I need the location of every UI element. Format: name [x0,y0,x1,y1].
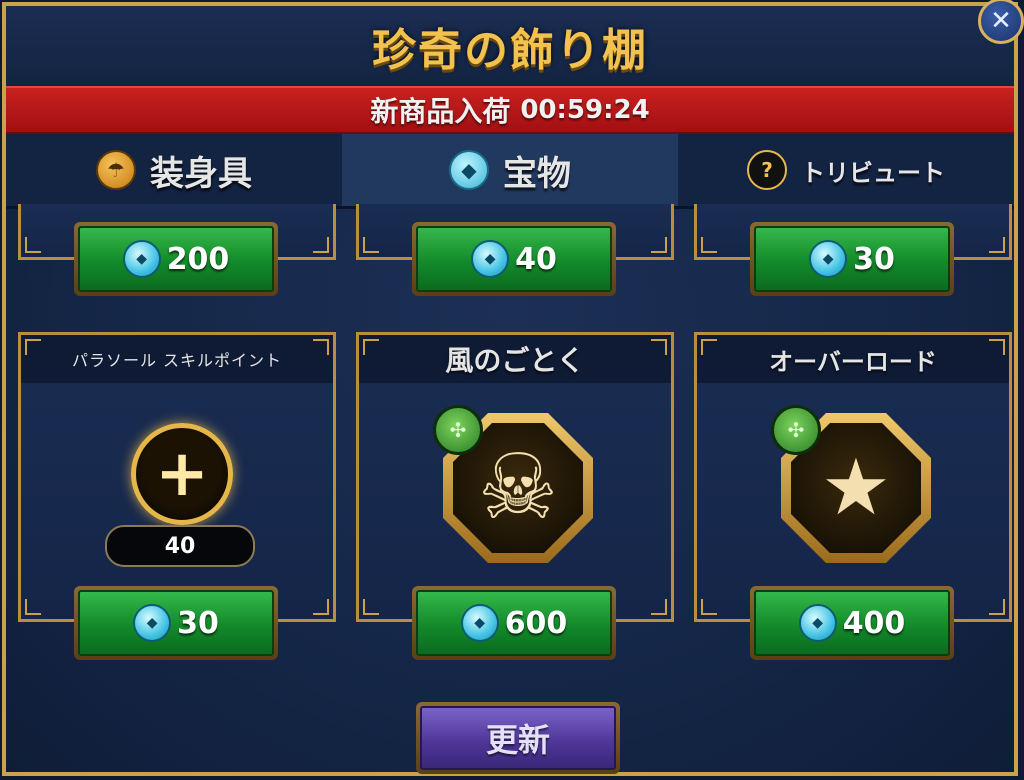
buy-button[interactable]: ◆ 200 [74,222,278,296]
category-tabs: ☂ 装身具 ◆ 宝物 ? トリビュート [6,134,1014,209]
shop-window: 珍奇の飾り棚 ✕ 新商品入荷 00:59:24 ☂ 装身具 ◆ 宝物 ? トリビ… [2,0,1024,776]
shop-card-like-the-wind: 風のごとく ☠ ✣ [356,332,674,622]
buy-button[interactable]: ◆ 30 [74,586,278,660]
umbrella-coin-icon: ☂ [96,150,136,190]
triskelion-icon: ✣ [771,405,821,455]
buy-button[interactable]: ◆ 40 [412,222,616,296]
price-amount: 40 [515,241,557,277]
shop-card-overload: オーバーロード ★ ✣ [694,332,1012,622]
tab-accessories[interactable]: ☂ 装身具 [6,134,342,206]
tab-tribute[interactable]: ? トリビュート [678,134,1014,206]
item-count: 40 [105,525,255,567]
tab-treasure[interactable]: ◆ 宝物 [342,134,678,206]
price-amount: 30 [853,241,895,277]
gem-icon: ◆ [798,604,837,642]
restock-timer: 00:59:24 [520,95,650,125]
buy-button[interactable]: ◆ 400 [750,586,954,660]
gem-icon: ◆ [133,604,172,642]
title-bar: 珍奇の飾り棚 [6,6,1014,86]
gem-icon: ◆ [471,240,510,278]
close-button[interactable]: ✕ [978,0,1024,44]
item-name: パラソール スキルポイント [21,335,333,383]
price-amount: 600 [504,605,568,641]
tab-label: 装身具 [150,153,252,194]
tab-label: トリビュート [801,158,945,187]
plus-icon: + [131,423,233,525]
refresh-button[interactable]: 更新 [416,702,620,774]
price-amount: 400 [842,605,906,641]
tab-label: 宝物 [503,153,571,194]
price-amount: 200 [166,241,230,277]
shop-card-parasol-skill-point: パラソール スキルポイント + 40 [18,332,336,622]
restock-timer-bar: 新商品入荷 00:59:24 [6,86,1014,134]
question-icon: ? [747,150,787,190]
item-name: オーバーロード [697,335,1009,383]
restock-label: 新商品入荷 [370,95,511,128]
buy-button[interactable]: ◆ 30 [750,222,954,296]
gem-icon: ◆ [122,240,161,278]
price-amount: 30 [177,605,219,641]
triskelion-icon: ✣ [433,405,483,455]
window-title: 珍奇の飾り棚 [372,25,648,76]
gem-icon: ◆ [449,150,489,190]
gem-icon: ◆ [809,240,848,278]
item-name: 風のごとく [359,335,671,383]
close-icon: ✕ [990,6,1012,36]
buy-button[interactable]: ◆ 600 [412,586,616,660]
gem-icon: ◆ [460,604,499,642]
refresh-label: 更新 [420,706,616,770]
